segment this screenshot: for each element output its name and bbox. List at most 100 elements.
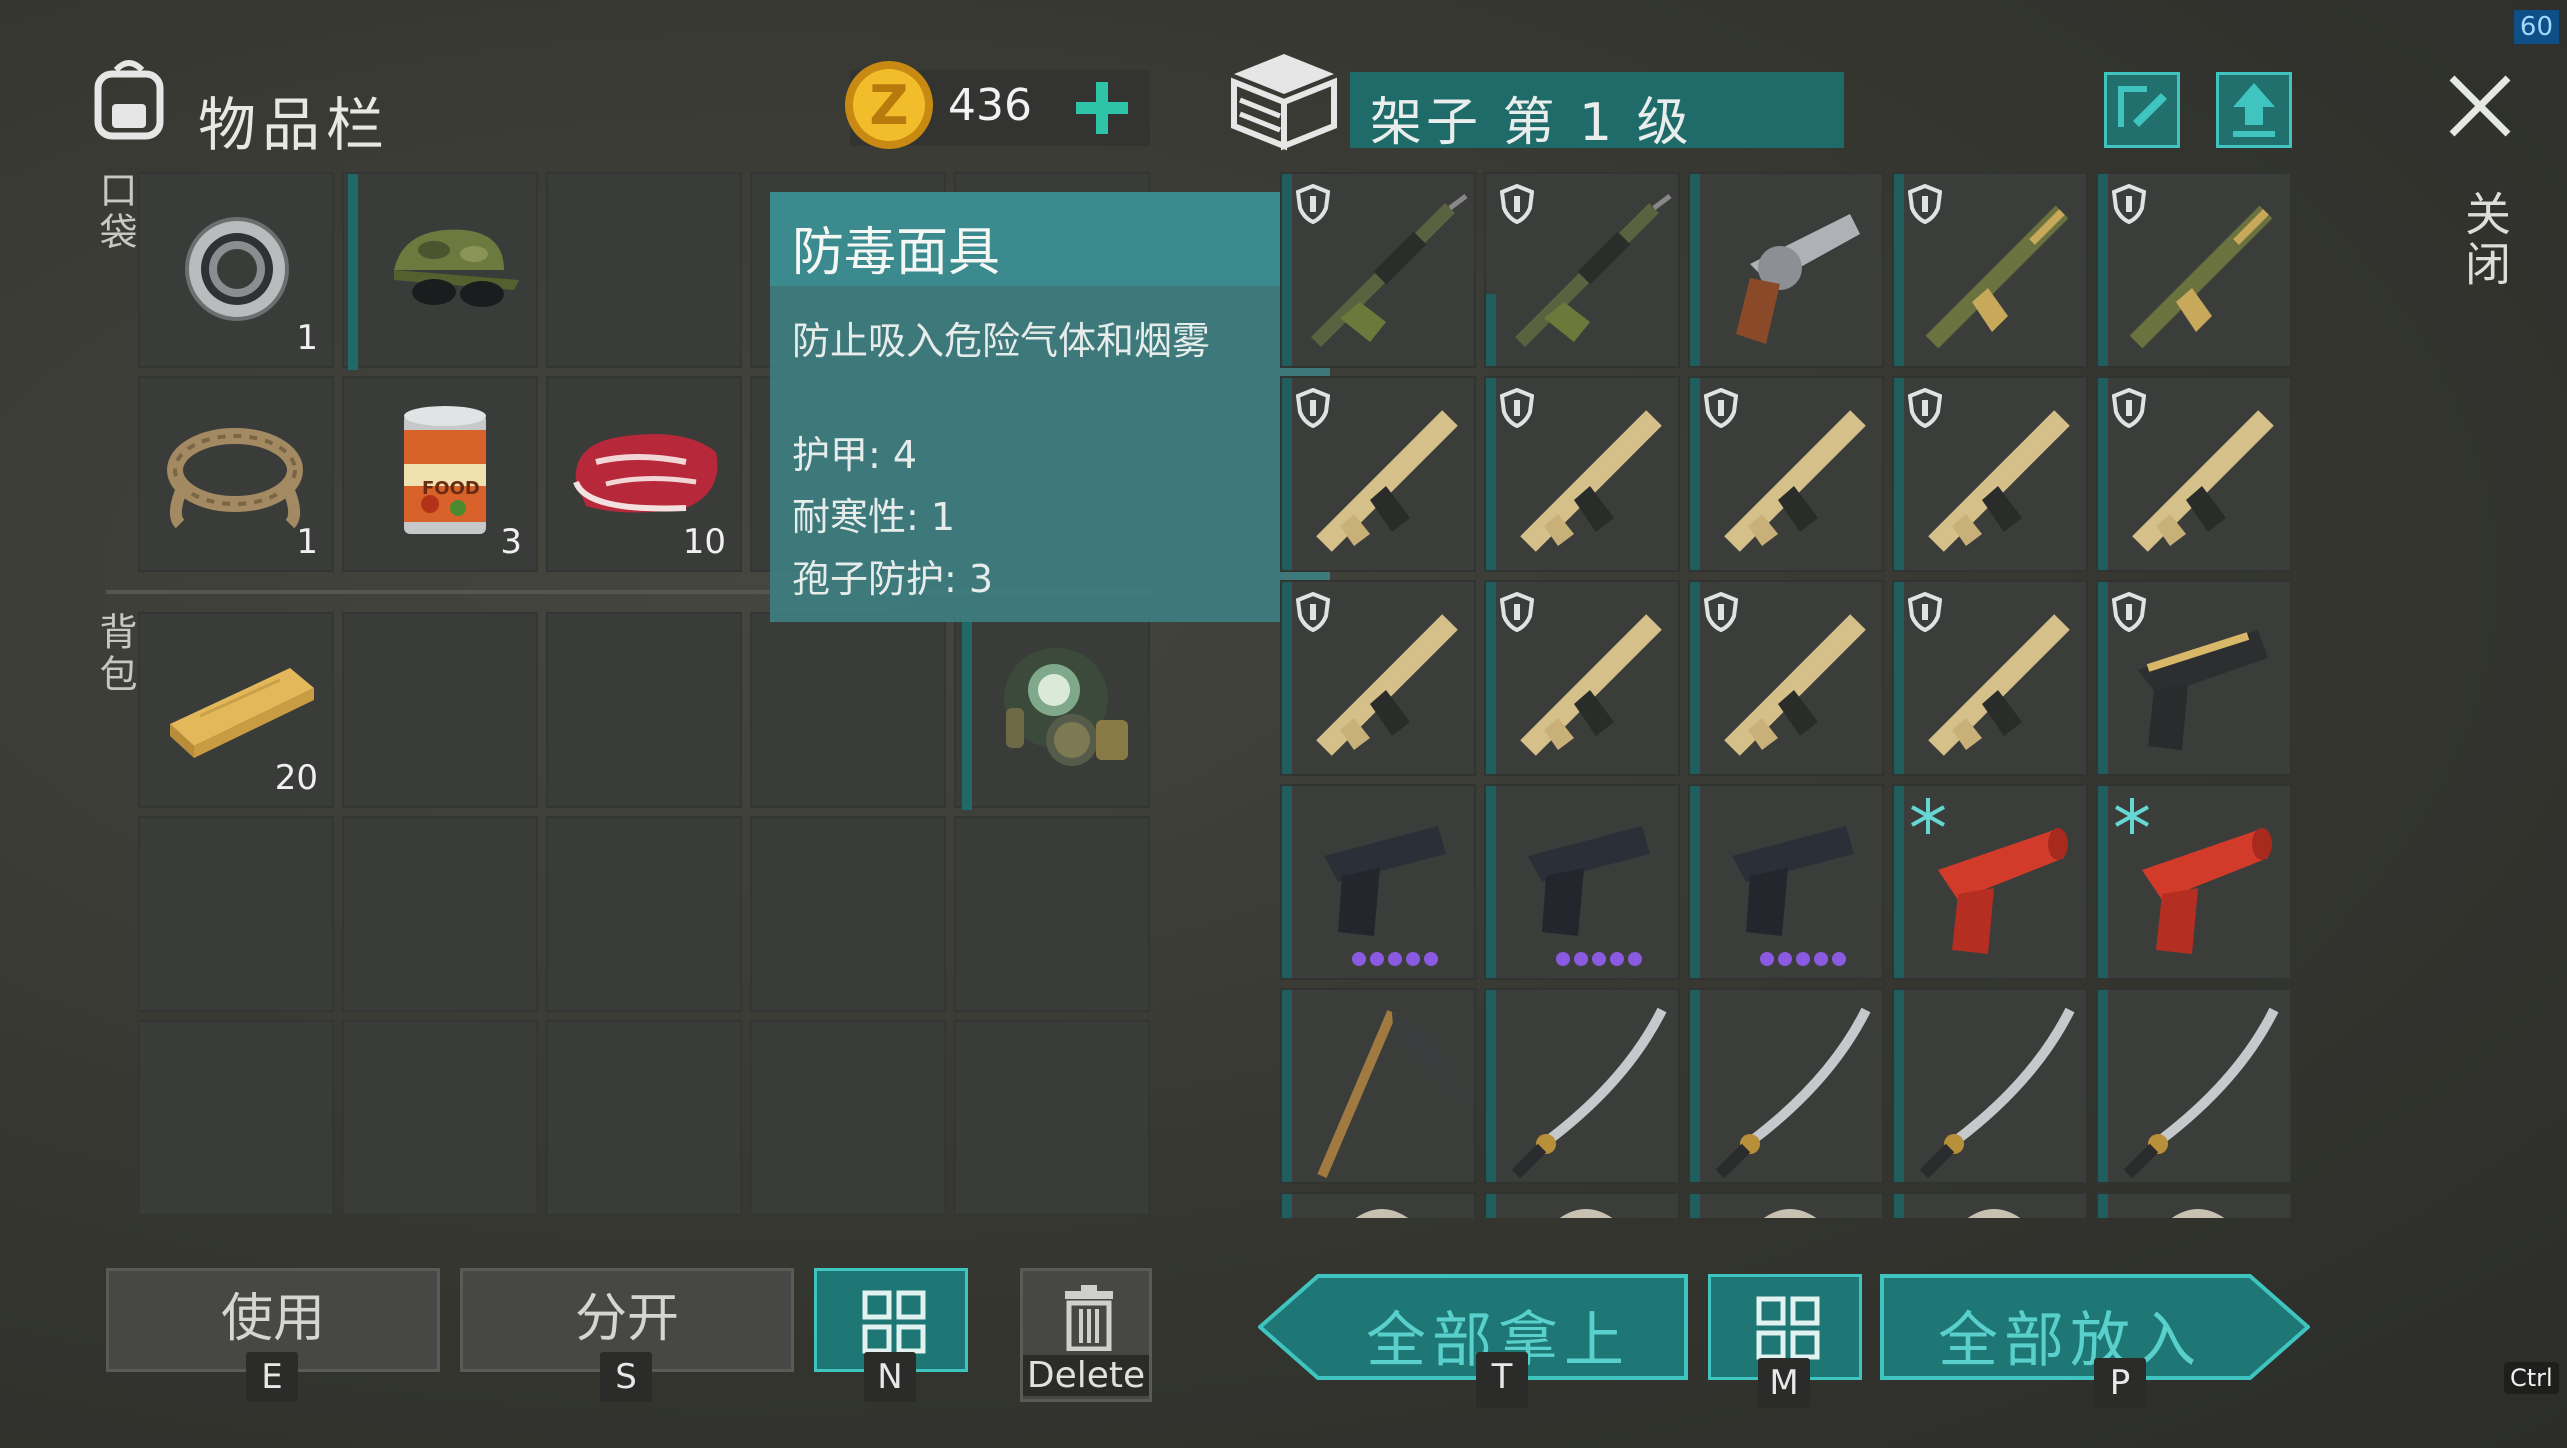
trash-icon — [1065, 1285, 1113, 1351]
backpack-slot-gas-mask[interactable] — [954, 612, 1150, 810]
backpack-slot[interactable] — [954, 1020, 1150, 1216]
slot-bar — [1282, 1194, 1292, 1218]
storage-slot-sniper-rifle[interactable] — [1280, 172, 1476, 368]
backpack-slot[interactable] — [138, 1020, 334, 1216]
split-key-hint: S — [600, 1352, 652, 1402]
item-count: 10 — [682, 522, 726, 562]
food-can-text: FOOD — [422, 478, 480, 499]
assault-rifle-icon — [1520, 410, 1662, 552]
storage-slot-sniper-rifle[interactable] — [1484, 172, 1680, 368]
pocket-slot-rope[interactable]: 1 — [138, 376, 334, 572]
storage-slot-partial[interactable] — [1484, 1192, 1680, 1218]
blade-icon — [1968, 1209, 2020, 1218]
storage-slot-assault-rifle[interactable] — [1484, 376, 1680, 572]
storage-slot-shotgun[interactable] — [1892, 172, 2088, 368]
storage-slot-glock[interactable] — [1688, 784, 1884, 980]
storage-slot-glock[interactable] — [1484, 784, 1680, 980]
flare-gun-icon — [2142, 828, 2272, 954]
backpack-slot[interactable] — [750, 1020, 946, 1216]
rename-button[interactable] — [2104, 72, 2180, 148]
sniper-rifle-icon — [1311, 194, 1468, 347]
glock-icon — [1732, 826, 1854, 936]
add-coins-button[interactable] — [1072, 78, 1132, 138]
backpack-slot[interactable] — [546, 816, 742, 1012]
camo-cap-icon — [374, 220, 524, 324]
backpack-icon — [88, 56, 170, 144]
storage-slot-assault-rifle[interactable] — [1280, 376, 1476, 572]
coin-amount: 436 — [948, 80, 1032, 131]
gas-mask-icon — [986, 638, 1136, 792]
close-label[interactable]: 关闭 — [2452, 190, 2518, 290]
slot-bar — [1894, 174, 1904, 366]
mod-dots — [1760, 952, 1846, 966]
item-tooltip: 防毒面具 防止吸入危险气体和烟雾 护甲: 4 耐寒性: 1 孢子防护: 3 — [770, 192, 1330, 622]
storage-slot-katana[interactable] — [1892, 988, 2088, 1184]
storage-slot-pistol-gold[interactable] — [2096, 580, 2292, 776]
item-count: 3 — [500, 522, 522, 562]
storage-slot-scythe[interactable] — [1280, 988, 1476, 1184]
take-all-button[interactable]: 全部拿上 — [1258, 1274, 1688, 1380]
storage-slot-flare-gun[interactable] — [2096, 784, 2292, 980]
backpack-slot[interactable] — [954, 816, 1150, 1012]
backpack-slot[interactable] — [750, 612, 946, 808]
pistol-icon — [2138, 630, 2268, 750]
storage-slot-assault-rifle[interactable] — [1892, 376, 2088, 572]
slot-bar — [1282, 990, 1292, 1182]
backpack-slot[interactable] — [546, 612, 742, 808]
slot-bar — [1282, 786, 1292, 978]
storage-slot-partial[interactable] — [1688, 1192, 1884, 1218]
shotgun-icon — [2129, 205, 2273, 349]
backpack-slot[interactable] — [138, 816, 334, 1012]
storage-slot-glock[interactable] — [1280, 784, 1476, 980]
tooltip-stat-armor: 护甲: 4 — [792, 433, 918, 477]
storage-slot-assault-rifle[interactable] — [2096, 376, 2292, 572]
storage-slot-partial[interactable] — [2096, 1192, 2292, 1218]
storage-slot-katana[interactable] — [1688, 988, 1884, 1184]
backpack-slot[interactable] — [546, 1020, 742, 1216]
storage-slot-partial[interactable] — [1892, 1192, 2088, 1218]
storage-slot-katana[interactable] — [1484, 988, 1680, 1184]
slot-bar — [1690, 582, 1700, 774]
storage-slot-assault-rifle[interactable] — [1892, 580, 2088, 776]
slot-bar — [1690, 174, 1700, 366]
storage-slot-shotgun[interactable] — [2096, 172, 2292, 368]
equip-bar — [348, 174, 358, 370]
upload-button[interactable] — [2216, 72, 2292, 148]
tooltip-description: 防止吸入危险气体和烟雾 — [792, 319, 1211, 363]
split-label: 分开 — [574, 1289, 679, 1349]
backpack-slot[interactable] — [342, 1020, 538, 1216]
pocket-slot-food-can[interactable]: FOOD 3 — [342, 376, 538, 572]
pocket-slot-empty[interactable] — [546, 172, 742, 368]
slot-bar — [2098, 174, 2108, 366]
backpack-slot[interactable] — [750, 816, 946, 1012]
storage-slot-partial[interactable] — [1280, 1192, 1476, 1218]
item-count: 20 — [274, 758, 318, 798]
storage-slot-assault-rifle[interactable] — [1280, 580, 1476, 776]
close-icon[interactable] — [2444, 70, 2516, 142]
backpack-slot-wood[interactable]: 20 — [138, 612, 334, 808]
storage-slot-assault-rifle[interactable] — [1688, 580, 1884, 776]
revolver-icon — [1736, 214, 1860, 344]
storage-slot-flare-gun[interactable] — [1892, 784, 2088, 980]
storage-slot-assault-rifle[interactable] — [1688, 376, 1884, 572]
slot-bar — [1690, 990, 1700, 1182]
storage-slot-katana[interactable] — [2096, 988, 2292, 1184]
katana-icon — [1919, 1007, 2075, 1179]
slot-bar — [2098, 990, 2108, 1182]
food-can-icon — [400, 404, 490, 548]
glock-icon — [1528, 826, 1650, 936]
backpack-slot[interactable] — [342, 612, 538, 808]
slot-bar — [1486, 582, 1496, 774]
delete-button[interactable]: Delete — [1020, 1268, 1152, 1402]
pocket-slot-cap[interactable] — [342, 172, 538, 370]
storage-slot-revolver[interactable] — [1688, 172, 1884, 368]
slot-bar — [1690, 378, 1700, 570]
storage-slot-assault-rifle[interactable] — [1484, 580, 1680, 776]
tooltip-stat-spore: 孢子防护: 3 — [792, 557, 994, 601]
pocket-slot-bearing[interactable]: 1 — [138, 172, 334, 368]
equip-bar — [962, 614, 972, 810]
coin-icon: Z — [842, 58, 936, 156]
assault-rifle-icon — [1928, 410, 2070, 552]
pocket-slot-meat[interactable]: 10 — [546, 376, 742, 572]
backpack-slot[interactable] — [342, 816, 538, 1012]
